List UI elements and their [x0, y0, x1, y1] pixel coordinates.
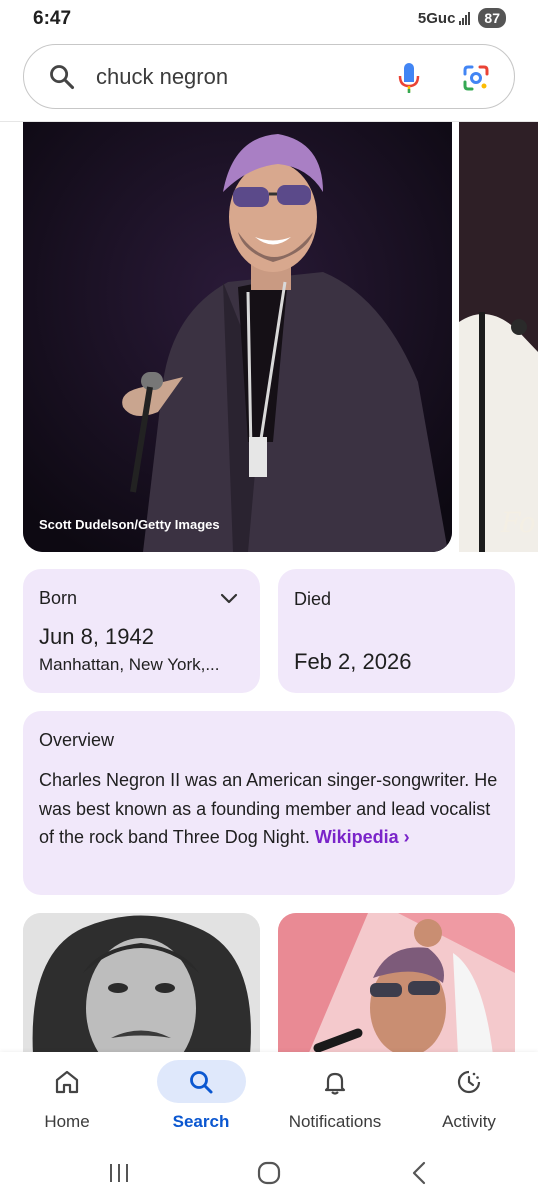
- google-lens-icon[interactable]: [462, 64, 490, 92]
- battery-level: 87: [478, 8, 506, 28]
- overview-text: Charles Negron II was an American singer…: [39, 766, 499, 852]
- search-icon: [190, 1071, 213, 1094]
- born-card[interactable]: Born Jun 8, 1942 Manhattan, New York,...: [23, 569, 260, 693]
- nav-label-activity: Activity: [442, 1112, 496, 1131]
- image-thumbnail[interactable]: [278, 913, 515, 1055]
- status-indicators: 5Guc 87: [418, 8, 506, 28]
- born-label: Born: [39, 588, 78, 608]
- born-date: Jun 8, 1942: [39, 624, 154, 649]
- side-photo[interactable]: Fo: [459, 122, 538, 552]
- nav-label-notifications: Notifications: [288, 1112, 382, 1131]
- activity-icon: [457, 1070, 481, 1094]
- signal-icon: [459, 11, 471, 25]
- nav-activity[interactable]: Activity: [402, 1052, 536, 1148]
- nav-label-home: Home: [44, 1112, 90, 1131]
- recent-apps-icon[interactable]: [104, 1158, 134, 1188]
- nav-notifications[interactable]: Notifications: [268, 1052, 402, 1148]
- side-photo-text: Fo: [500, 506, 536, 539]
- concert-photo: Fo: [459, 122, 538, 552]
- search-bar[interactable]: chuck negron: [23, 44, 515, 109]
- nav-label-search: Search: [172, 1112, 230, 1131]
- image-thumbnail[interactable]: [23, 913, 260, 1055]
- search-input[interactable]: chuck negron: [96, 64, 228, 90]
- bw-portrait-photo: [23, 913, 260, 1055]
- nav-home[interactable]: Home: [0, 1052, 134, 1148]
- wikipedia-link[interactable]: Wikipedia ›: [315, 827, 410, 847]
- overview-description: Charles Negron II was an American singer…: [39, 770, 498, 847]
- hero-photo[interactable]: Scott Dudelson/Getty Images: [23, 122, 452, 552]
- died-card[interactable]: Died Feb 2, 2026: [278, 569, 515, 693]
- status-time: 6:47: [33, 8, 72, 29]
- overview-title: Overview: [39, 730, 115, 750]
- overview-card: Overview Charles Negron II was an Americ…: [23, 711, 515, 895]
- died-date: Feb 2, 2026: [294, 649, 412, 674]
- bell-icon: [324, 1072, 346, 1095]
- network-type: 5Guc: [417, 9, 456, 27]
- chevron-down-icon[interactable]: [220, 589, 238, 607]
- home-icon: [55, 1070, 79, 1094]
- born-place: Manhattan, New York,...: [39, 655, 220, 674]
- died-label: Died: [294, 589, 332, 609]
- nav-search[interactable]: Search: [134, 1052, 268, 1148]
- bottom-navigation: Home Search Notifications Activity: [0, 1052, 538, 1148]
- system-navigation-bar: [0, 1148, 538, 1200]
- microphone-icon[interactable]: [398, 62, 420, 94]
- photo-credit: Scott Dudelson/Getty Images: [39, 517, 220, 532]
- home-button-icon[interactable]: [254, 1158, 284, 1188]
- performance-photo: [278, 913, 515, 1055]
- singer-photo: [23, 122, 452, 552]
- search-icon: [50, 65, 75, 90]
- status-bar: 6:47 5Guc 87: [0, 0, 538, 36]
- back-icon[interactable]: [405, 1158, 435, 1188]
